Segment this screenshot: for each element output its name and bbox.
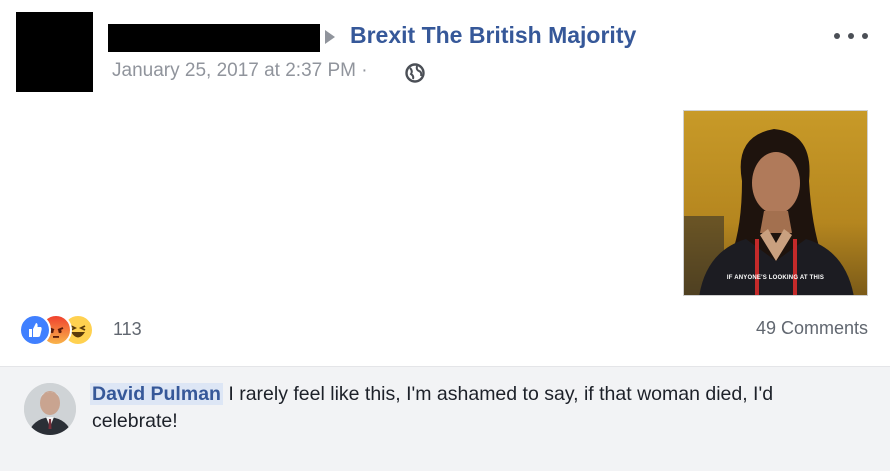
comments-count-link[interactable]: 49 Comments (756, 318, 868, 339)
comment-section: David Pulman I rarely feel like this, I'… (0, 366, 890, 471)
like-icon (19, 314, 51, 346)
gif-thumbnail[interactable]: IF ANYONE'S LOOKING AT THIS (683, 110, 868, 296)
facebook-post: Brexit The British Majority January 25, … (0, 0, 890, 471)
commenter-avatar[interactable] (24, 383, 76, 435)
globe-icon[interactable] (404, 62, 426, 84)
gif-caption: IF ANYONE'S LOOKING AT THIS (726, 275, 825, 281)
comment-body: David Pulman I rarely feel like this, I'… (90, 381, 862, 435)
author-name-redacted[interactable] (108, 24, 320, 52)
post-timestamp[interactable]: January 25, 2017 at 2:37 PM · (112, 60, 368, 82)
reaction-count: 113 (113, 319, 142, 339)
author-avatar-redacted[interactable] (16, 12, 93, 92)
woman-portrait-image (684, 111, 867, 295)
group-name-link[interactable]: Brexit The British Majority (350, 22, 636, 49)
more-options-icon[interactable] (834, 26, 868, 46)
commenter-name-link[interactable]: David Pulman (90, 383, 223, 405)
shared-to-arrow-icon (325, 30, 335, 44)
